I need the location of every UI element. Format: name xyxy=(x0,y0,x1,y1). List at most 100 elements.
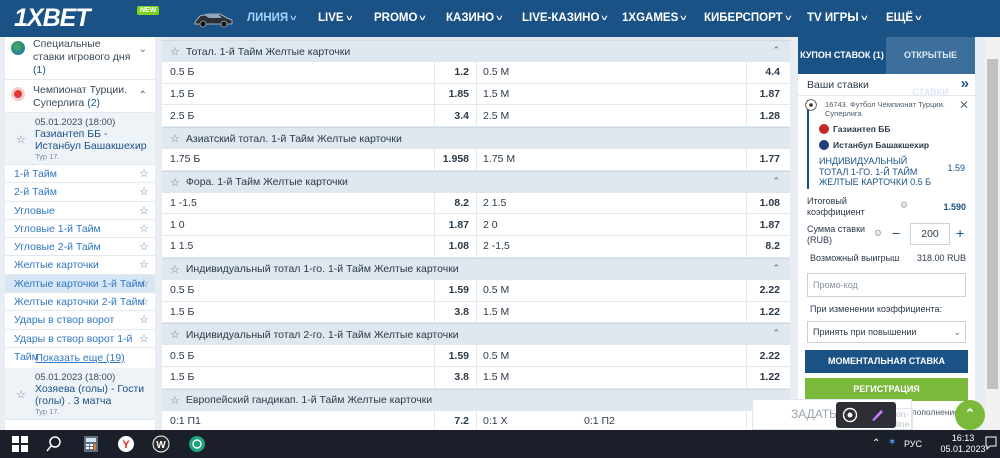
sidebar-subitem[interactable]: Удары в створ ворот 1-й Тайм ☆ xyxy=(5,329,155,363)
star-icon[interactable]: ☆ xyxy=(139,238,149,256)
odds-button[interactable]: 1.85 xyxy=(435,83,477,105)
shield-app-icon[interactable] xyxy=(188,435,206,453)
sidebar-subitem[interactable]: Желтые карточки 2-й Тайм ☆ xyxy=(5,293,155,312)
nav-item[interactable]: PROMO ˅ xyxy=(374,0,426,37)
nav-item[interactable]: 1XGAMES ˅ xyxy=(622,0,687,37)
quick-bet-button[interactable]: МОМЕНТАЛЬНАЯ СТАВКА xyxy=(805,350,968,373)
star-icon[interactable]: ☆ xyxy=(139,256,149,274)
odds-button[interactable]: 1.77 xyxy=(747,149,790,170)
star-icon[interactable]: ☆ xyxy=(139,275,149,293)
market-header[interactable]: ☆ Тотал. 1-й Тайм Желтые карточки ⌃ xyxy=(162,40,790,62)
windows-start-icon[interactable] xyxy=(11,435,29,453)
nav-item[interactable]: LIVE ˅ xyxy=(318,0,352,37)
odds-button[interactable]: 2.22 xyxy=(747,280,790,301)
star-icon[interactable]: ☆ xyxy=(139,202,149,220)
market-header[interactable]: ☆ Азиатский тотал. 1-й Тайм Желтые карточ… xyxy=(162,127,790,150)
sidebar-subitem[interactable]: Угловые 1-й Тайм ☆ xyxy=(5,219,155,239)
odds-button[interactable]: 1.59 xyxy=(435,345,477,366)
chevron-down-icon[interactable]: ⌄ xyxy=(139,44,147,55)
chat-input[interactable]: ЗАДАТЬ xyxy=(791,407,837,421)
chevron-up-icon[interactable]: ⌃ xyxy=(772,176,780,187)
sidebar-subitem[interactable]: Угловые 2-й Тайм ☆ xyxy=(5,238,155,257)
odds-button[interactable]: 1.59 xyxy=(435,279,477,301)
increase-button[interactable]: + xyxy=(956,225,964,241)
odds-button[interactable]: 1.87 xyxy=(747,214,790,235)
odds-button[interactable]: 1.87 xyxy=(747,84,790,105)
odds-button[interactable]: 1.22 xyxy=(747,302,790,323)
register-button[interactable]: РЕГИСТРАЦИЯ xyxy=(805,378,968,401)
odds-button[interactable]: 1.08 xyxy=(435,236,477,257)
star-icon[interactable]: ☆ xyxy=(139,293,149,311)
market-header[interactable]: ☆ Европейский гандикап. 1-й Тайм Желтые к… xyxy=(162,388,790,411)
promo-code-input[interactable]: Промо-код xyxy=(807,273,966,297)
odds-button[interactable]: 1.87 xyxy=(435,214,477,236)
match-title[interactable]: Хозяева (голы) - Гости (голы) . 3 матча xyxy=(35,383,149,407)
car-icon[interactable] xyxy=(192,6,234,30)
search-icon[interactable] xyxy=(45,435,63,453)
star-icon[interactable]: ☆ xyxy=(16,388,26,401)
chevron-up-icon[interactable]: ⌃ xyxy=(139,90,147,101)
odds-button[interactable]: 3.4 xyxy=(435,105,477,127)
calculator-icon[interactable] xyxy=(82,435,100,453)
star-icon[interactable]: ☆ xyxy=(139,165,149,183)
odds-button[interactable]: 3.8 xyxy=(435,366,477,388)
star-icon[interactable]: ☆ xyxy=(170,176,180,189)
match-item[interactable]: ☆ 05.01.2023 (18:00) Газиантеп ББ - Иста… xyxy=(5,113,155,165)
sidebar-subitem[interactable]: Угловые ☆ xyxy=(5,201,155,220)
settings-icon[interactable]: ⚙ xyxy=(874,228,882,239)
nav-item[interactable]: LIVE-КАЗИНО ˅ xyxy=(522,0,608,37)
clock[interactable]: 16:13 05.01.2023 xyxy=(934,433,992,455)
sidebar-subitem[interactable]: 1-й Тайм ☆ xyxy=(5,165,155,184)
odds-button[interactable]: 8.2 xyxy=(747,236,790,257)
odds-button[interactable]: 1.958 xyxy=(435,149,477,170)
yandex-browser-icon[interactable]: Y xyxy=(117,435,135,453)
sidebar-subitem[interactable]: 2-й Тайм ☆ xyxy=(5,183,155,202)
close-icon[interactable]: ✕ xyxy=(959,98,969,112)
notification-icon[interactable] xyxy=(985,436,997,450)
market-header[interactable]: ☆ Индивидуальный тотал 1-го. 1-й Тайм Жел… xyxy=(162,257,790,280)
language-indicator[interactable]: РУС xyxy=(904,439,922,449)
odds-button[interactable]: 1.28 xyxy=(747,105,790,126)
record-icon[interactable] xyxy=(842,407,858,423)
nav-item[interactable]: ЛИНИЯ ˅ xyxy=(247,0,297,37)
odds-button[interactable]: 7.2 xyxy=(435,410,477,430)
market-header[interactable]: ☆ Индивидуальный тотал 2-го. 1-й Тайм Жел… xyxy=(162,323,790,346)
star-icon[interactable]: ☆ xyxy=(139,183,149,201)
bluetooth-icon[interactable]: ✶ xyxy=(888,437,896,448)
decrease-button[interactable]: − xyxy=(892,225,900,241)
market-header[interactable]: ☆ Фора. 1-й Тайм Желтые карточки ⌃ xyxy=(162,170,790,193)
scrollbar-thumb[interactable] xyxy=(987,59,998,389)
odds-button[interactable]: 4.4 xyxy=(747,62,790,83)
gear-icon[interactable]: ⚙ xyxy=(900,200,908,211)
odds-button[interactable]: 3.8 xyxy=(435,301,477,323)
sidebar-subitem[interactable]: Удары в створ ворот ☆ xyxy=(5,311,155,330)
chevron-up-icon[interactable]: ⌃ xyxy=(772,328,780,339)
stake-input[interactable]: 200 xyxy=(910,223,950,245)
nav-item[interactable]: ЕЩЁ ˅ xyxy=(886,0,922,37)
star-icon[interactable]: ☆ xyxy=(170,132,180,145)
star-icon[interactable]: ☆ xyxy=(139,220,149,238)
chevron-up-icon[interactable]: ⌃ xyxy=(772,263,780,274)
odds-button[interactable]: 8.2 xyxy=(435,192,477,214)
sidebar-subitem[interactable]: Желтые карточки ☆ xyxy=(5,256,155,275)
pen-icon[interactable] xyxy=(869,407,885,423)
star-icon[interactable]: ☆ xyxy=(139,330,149,348)
star-icon[interactable]: ☆ xyxy=(170,45,180,58)
tab-coupon[interactable]: КУПОН СТАВОК (1) xyxy=(798,37,886,74)
match-item[interactable]: ☆ 05.01.2023 (18:00) Хозяева (голы) - Го… xyxy=(5,367,155,420)
app-icon[interactable]: W xyxy=(152,435,170,453)
scroll-up-button[interactable]: ⌃ xyxy=(955,400,985,430)
star-icon[interactable]: ☆ xyxy=(139,311,149,329)
star-icon[interactable]: ☆ xyxy=(170,394,180,407)
star-icon[interactable]: ☆ xyxy=(170,328,180,341)
coef-change-select[interactable]: Принять при повышении ⌄ xyxy=(807,321,966,343)
tray-up-icon[interactable]: ⌃ xyxy=(872,438,880,449)
tab-open-bets[interactable]: ОТКРЫТЫЕ СТАВКИ xyxy=(886,37,975,97)
star-icon[interactable]: ☆ xyxy=(170,263,180,276)
chevron-up-icon[interactable]: ⌃ xyxy=(772,45,780,56)
odds-button[interactable]: 2.22 xyxy=(747,345,790,366)
nav-item[interactable]: КИБЕРСПОРТ ˅ xyxy=(704,0,791,37)
logo[interactable]: 1XBET xyxy=(0,0,132,37)
odds-button[interactable]: 1.08 xyxy=(747,193,790,214)
match-title[interactable]: Газиантеп ББ - Истанбул Башакшехир xyxy=(35,128,149,152)
